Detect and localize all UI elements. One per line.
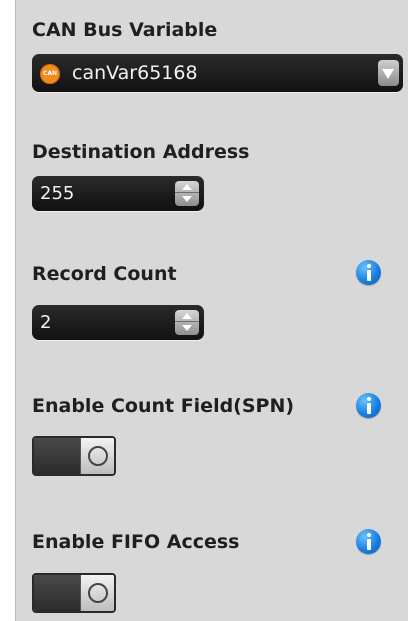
can-badge-text: CAN: [42, 70, 58, 77]
record-count-label: Record Count: [32, 263, 177, 285]
increment-arrow-icon[interactable]: [175, 310, 199, 322]
enable-count-field-toggle[interactable]: [32, 436, 116, 476]
toggle-track: [34, 575, 80, 611]
can-bus-variable-value: canVar65168: [72, 62, 198, 84]
record-count-info-icon[interactable]: [356, 260, 381, 285]
toggle-track: [34, 438, 80, 474]
enable-fifo-access-label: Enable FIFO Access: [32, 531, 240, 553]
enable-count-field-label: Enable Count Field(SPN): [32, 395, 295, 417]
decrement-arrow-icon[interactable]: [175, 322, 199, 334]
record-count-value[interactable]: 2: [40, 311, 51, 334]
destination-address-value[interactable]: 255: [40, 182, 74, 205]
record-count-spinner[interactable]: 2: [32, 305, 204, 340]
can-badge-icon: CAN: [40, 64, 60, 84]
dropdown-arrow-icon[interactable]: [378, 60, 399, 86]
enable-count-field-info-icon[interactable]: [356, 393, 381, 418]
destination-address-label: Destination Address: [32, 141, 250, 163]
enable-fifo-access-info-icon[interactable]: [356, 529, 381, 554]
toggle-knob-icon[interactable]: [80, 575, 114, 611]
can-bus-variable-label: CAN Bus Variable: [32, 19, 218, 41]
destination-address-stepper[interactable]: [175, 181, 199, 206]
toggle-knob-icon[interactable]: [80, 438, 114, 474]
decrement-arrow-icon[interactable]: [175, 193, 199, 205]
enable-fifo-access-toggle[interactable]: [32, 573, 116, 613]
destination-address-spinner[interactable]: 255: [32, 176, 204, 211]
record-count-stepper[interactable]: [175, 310, 199, 335]
can-bus-variable-dropdown[interactable]: CAN canVar65168: [32, 54, 403, 92]
increment-arrow-icon[interactable]: [175, 181, 199, 193]
properties-panel: CAN Bus Variable CAN canVar65168 Destina…: [15, 0, 408, 621]
